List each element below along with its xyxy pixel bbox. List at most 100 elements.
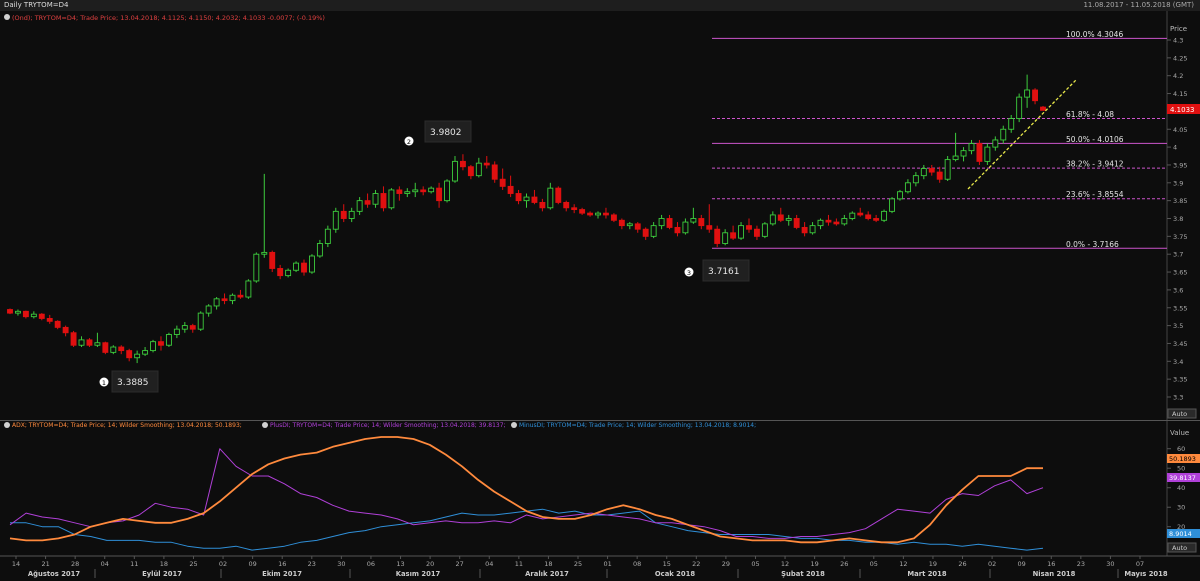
price-legend: (Ond); TRYTOM=D4; Trade Price; 13.04.201…: [4, 14, 325, 22]
x-month-label: Aralık 2017: [525, 570, 569, 578]
x-day-label: 04: [485, 560, 493, 568]
candle-body: [38, 313, 45, 319]
x-month-label: Mart 2018: [907, 570, 947, 578]
candle-body: [785, 218, 792, 221]
x-day-label: 14: [12, 560, 20, 568]
fib-label: 100.0% 4.3046: [1066, 30, 1123, 39]
candle-body: [515, 193, 522, 202]
price-tick-label: 4: [1173, 144, 1177, 152]
fib-label: 50.0% - 4.0106: [1066, 135, 1124, 144]
candle-body: [1032, 89, 1039, 102]
x-day-label: 30: [337, 560, 345, 568]
candle-body: [610, 214, 617, 221]
candle-body: [444, 180, 450, 202]
x-day-label: 19: [810, 560, 818, 568]
candle-body: [682, 221, 689, 234]
candle-body: [86, 339, 93, 346]
candle-body: [14, 310, 21, 314]
candle-body: [412, 189, 419, 193]
minusdi-legend-dot-icon: [511, 422, 517, 428]
candle-body: [436, 187, 443, 202]
candle-body: [348, 210, 355, 219]
minusdi-legend: MinusDI; TRYTOM=D4; Trade Price; 14; Wil…: [519, 422, 756, 429]
x-day-label: 30: [1106, 560, 1114, 568]
candle-body: [324, 228, 331, 244]
candle-body: [801, 226, 808, 234]
callout-1-value: 3.3885: [117, 378, 149, 388]
candle-body: [483, 162, 490, 166]
x-day-label: 05: [870, 560, 878, 568]
price-tick-label: 3.7: [1173, 251, 1183, 259]
candle-body: [881, 210, 888, 221]
x-day-label: 27: [456, 560, 464, 568]
chart-canvas[interactable]: (Ond); TRYTOM=D4; Trade Price; 13.04.201…: [0, 11, 1200, 581]
fib-label: 38.2% - 3.9412: [1066, 160, 1124, 169]
candle-body: [428, 187, 435, 193]
candle-body: [571, 207, 578, 211]
x-day-label: 16: [1047, 560, 1055, 568]
candle-body: [531, 196, 538, 203]
price-tick-label: 4.05: [1173, 126, 1187, 134]
candle-body: [1008, 118, 1015, 130]
candle-body: [960, 150, 967, 157]
x-day-label: 09: [248, 560, 256, 568]
x-month-label: Ağustos 2017: [28, 570, 81, 578]
candle-body: [261, 251, 268, 255]
price-tick-label: 4.3: [1173, 37, 1183, 45]
candle-body: [253, 253, 260, 282]
x-month-label: Şubat 2018: [781, 570, 825, 578]
x-day-label: 07: [1136, 560, 1144, 568]
candle-body: [658, 218, 665, 227]
candle-body: [301, 262, 307, 273]
x-month-label: Nisan 2018: [1033, 570, 1076, 578]
x-day-label: 29: [722, 560, 730, 568]
candle-body: [857, 212, 864, 216]
callout-2-value: 3.9802: [430, 128, 462, 138]
candle-body: [70, 332, 77, 346]
candle-body: [968, 143, 975, 152]
candle-body: [992, 139, 999, 148]
x-day-label: 02: [219, 560, 227, 568]
candle-body: [173, 328, 180, 335]
candle-body: [237, 294, 244, 298]
indicator-legend-dot-icon: [4, 422, 10, 428]
candle-body: [873, 218, 880, 221]
chart-window: Daily TRYTOM=D4 11.08.2017 - 11.05.2018 …: [0, 0, 1200, 581]
candle-body: [420, 189, 427, 193]
candle-body: [1000, 128, 1007, 141]
candle-body: [158, 341, 164, 346]
x-day-label: 15: [663, 560, 671, 568]
candle-body: [404, 191, 411, 194]
candle-body: [793, 218, 800, 228]
candle-body: [944, 159, 951, 180]
candle-body: [769, 214, 776, 225]
x-day-label: 23: [308, 560, 316, 568]
candle-body: [364, 200, 371, 205]
candle-body: [690, 218, 697, 223]
candle-body: [603, 212, 609, 216]
candle-body: [229, 294, 236, 302]
candle-body: [285, 269, 292, 277]
candle-body: [563, 201, 570, 209]
price-axis-title: Price: [1170, 25, 1187, 33]
candle-body: [555, 187, 562, 203]
candle-body: [634, 223, 641, 230]
price-tick-label: 3.8: [1173, 215, 1183, 223]
last-price-label: 4.1033: [1170, 106, 1195, 114]
candle-body: [205, 305, 212, 314]
candle-body: [181, 325, 188, 330]
x-day-label: 06: [367, 560, 375, 568]
price-tick-label: 3.9: [1173, 179, 1183, 187]
candle-body: [165, 334, 172, 346]
candle-body: [889, 198, 895, 212]
x-axis-months: Ağustos 2017 Eylül 2017 Ekim 2017 Kasım 201…: [28, 569, 1168, 578]
candle-body: [126, 350, 133, 359]
indicator-panel: [0, 421, 1200, 556]
callout-1-number: 1: [102, 379, 106, 387]
x-day-label: 12: [781, 560, 789, 568]
x-day-label: 20: [426, 560, 434, 568]
candle-body: [78, 339, 85, 346]
indicator-tick-label: 40: [1177, 484, 1185, 492]
candle-body: [102, 342, 109, 353]
candle-body: [491, 164, 498, 180]
